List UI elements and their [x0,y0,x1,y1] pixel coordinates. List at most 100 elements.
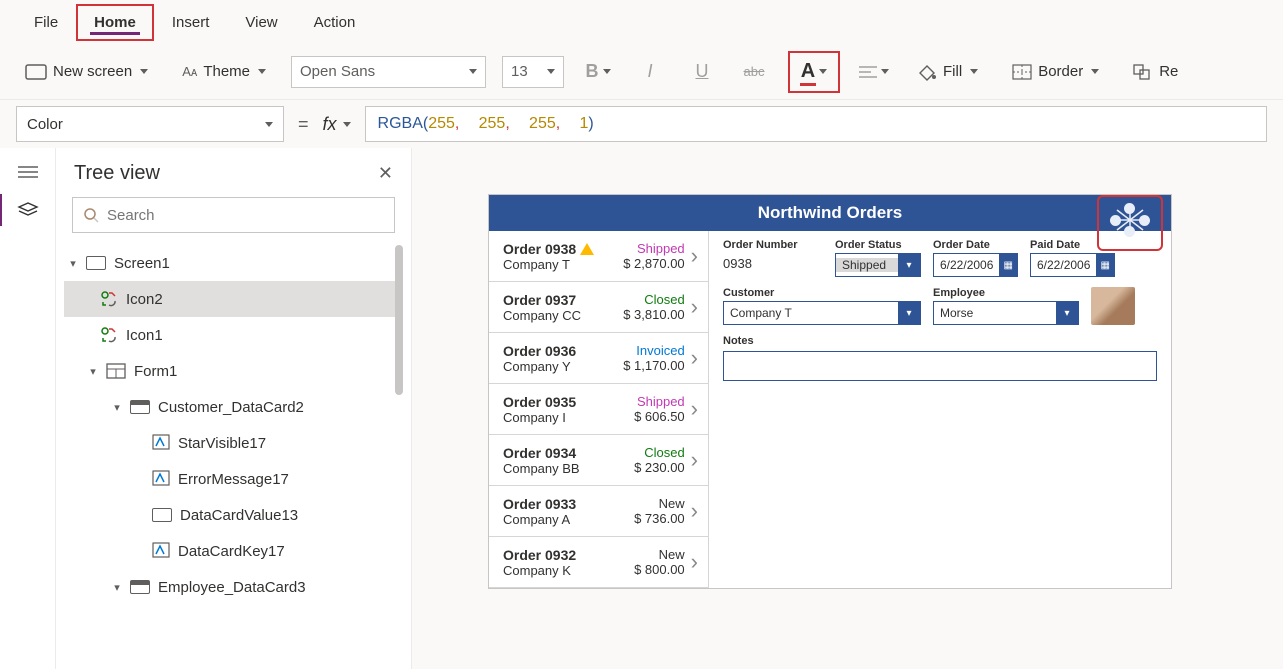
order-item-amount: $ 800.00 [634,562,685,577]
reorder-button[interactable]: Re [1124,56,1179,87]
tree-view-title: Tree view [74,162,160,185]
selected-control-handles[interactable] [1097,195,1163,251]
tree-node-customer-datacard[interactable]: ▾ Customer_DataCard2 [64,389,399,425]
fill-button[interactable]: Fill [908,56,987,88]
order-date-picker[interactable]: 6/22/2006 ▦ [933,253,1018,277]
order-number-value: 0938 [723,253,823,274]
theme-label: Theme [203,63,250,80]
fx-button[interactable]: fx [323,114,351,135]
tree-node-screen1[interactable]: ▾ Screen1 [64,245,399,281]
order-list-item[interactable]: Order 0934Company BBClosed$ 230.00› [489,435,708,486]
collapse-icon[interactable]: ▾ [68,257,78,270]
align-button[interactable] [856,56,892,88]
order-item-title: Order 0938 [503,241,623,257]
app-preview: Northwind Orders Order 0938Company TShip… [488,194,1172,589]
order-item-amount: $ 3,810.00 [623,307,684,322]
tree-node-employee-datacard[interactable]: ▾ Employee_DataCard3 [64,569,399,605]
order-item-amount: $ 230.00 [634,460,685,475]
font-size-combo[interactable]: 13 [502,56,564,88]
order-date-label: Order Date [933,239,1018,251]
tree-node-datacardkey[interactable]: DataCardKey17 [64,533,399,569]
chevron-down-icon [1091,69,1099,74]
chevron-right-icon: › [691,447,698,473]
screen-icon [86,256,106,270]
equals-sign: = [298,114,309,135]
theme-button[interactable]: Aᴀ Theme [173,56,275,87]
collapse-icon[interactable]: ▾ [112,401,122,414]
chevron-down-icon: ▾ [898,254,920,276]
italic-button[interactable]: I [632,56,668,88]
app-header: Northwind Orders [489,195,1171,231]
order-item-amount: $ 606.50 [634,409,685,424]
hamburger-icon [18,165,38,179]
theme-icon: Aᴀ [182,64,197,79]
tree-node-datacardvalue[interactable]: DataCardValue13 [64,497,399,533]
order-status-value: Shipped [836,258,898,272]
tab-action[interactable]: Action [296,4,374,41]
hamburger-button[interactable] [14,162,42,182]
tree-node-label: Employee_DataCard3 [158,579,306,596]
tree-node-starvisible[interactable]: StarVisible17 [64,425,399,461]
tab-view[interactable]: View [227,4,295,41]
order-list-item[interactable]: Order 0933Company ANew$ 736.00› [489,486,708,537]
chevron-down-icon [258,69,266,74]
collapse-icon[interactable]: ▾ [112,581,122,594]
tree-search-box[interactable] [72,197,395,233]
order-list-item[interactable]: Order 0937Company CCClosed$ 3,810.00› [489,282,708,333]
employee-avatar [1091,287,1135,325]
tree-scrollbar[interactable] [395,245,403,395]
tree-search-input[interactable] [107,207,384,224]
order-number-label: Order Number [723,239,823,251]
paid-date-picker[interactable]: 6/22/2006 ▦ [1030,253,1115,277]
tree-node-icon2[interactable]: Icon2 [64,281,399,317]
notes-label: Notes [723,335,1157,347]
tab-insert[interactable]: Insert [154,4,228,41]
employee-value: Morse [934,306,1056,320]
order-list-item[interactable]: Order 0935Company IShipped$ 606.50› [489,384,708,435]
new-screen-button[interactable]: New screen [16,56,157,87]
order-list-item[interactable]: Order 0938Company TShipped$ 2,870.00› [489,231,708,282]
close-panel-button[interactable]: ✕ [378,163,393,184]
search-icon [83,207,99,223]
order-item-status: Shipped [623,241,684,256]
collapse-icon[interactable]: ▾ [88,365,98,378]
form-icon [106,363,126,379]
font-color-button[interactable]: A [788,51,840,93]
tree-node-label: ErrorMessage17 [178,471,289,488]
order-list-item[interactable]: Order 0936Company YInvoiced$ 1,170.00› [489,333,708,384]
ribbon-toolbar: New screen Aᴀ Theme Open Sans 13 B I U a… [0,44,1283,100]
ribbon-tabs: File Home Insert View Action [0,0,1283,44]
tab-home[interactable]: Home [76,4,154,41]
tree-node-label: StarVisible17 [178,435,266,452]
tab-file[interactable]: File [16,4,76,41]
tree-node-label: Icon1 [126,327,163,344]
employee-dropdown[interactable]: Morse ▾ [933,301,1079,325]
order-list-item[interactable]: Order 0932Company KNew$ 800.00› [489,537,708,588]
label-icon [152,470,170,488]
tree-view-button[interactable] [14,200,42,220]
strikethrough-button[interactable]: abc [736,56,772,88]
customer-value: Company T [724,306,898,320]
tree-list: ▾ Screen1 Icon2 Icon1 ▾ Form1 ▾ Customer… [64,245,403,669]
font-family-combo[interactable]: Open Sans [291,56,486,88]
notes-input[interactable] [723,351,1157,381]
chevron-down-icon: ▾ [1056,302,1078,324]
bold-button[interactable]: B [580,56,616,88]
border-button[interactable]: Border [1003,56,1108,87]
chevron-down-icon [881,69,889,74]
datacard-icon [130,580,150,594]
property-selector[interactable]: Color [16,106,284,142]
chevron-down-icon [265,122,273,127]
order-status-dropdown[interactable]: Shipped ▾ [835,253,921,277]
tree-node-icon1[interactable]: Icon1 [64,317,399,353]
tree-node-form1[interactable]: ▾ Form1 [64,353,399,389]
customer-dropdown[interactable]: Company T ▾ [723,301,921,325]
tree-node-label: Customer_DataCard2 [158,399,304,416]
tree-node-errormessage[interactable]: ErrorMessage17 [64,461,399,497]
formula-fn: RGBA [378,115,423,133]
order-item-company: Company K [503,563,634,578]
layers-icon [17,201,39,219]
formula-input[interactable]: RGBA(255, 255, 255, 1) [365,106,1267,142]
underline-button[interactable]: U [684,56,720,88]
customer-label: Customer [723,287,921,299]
